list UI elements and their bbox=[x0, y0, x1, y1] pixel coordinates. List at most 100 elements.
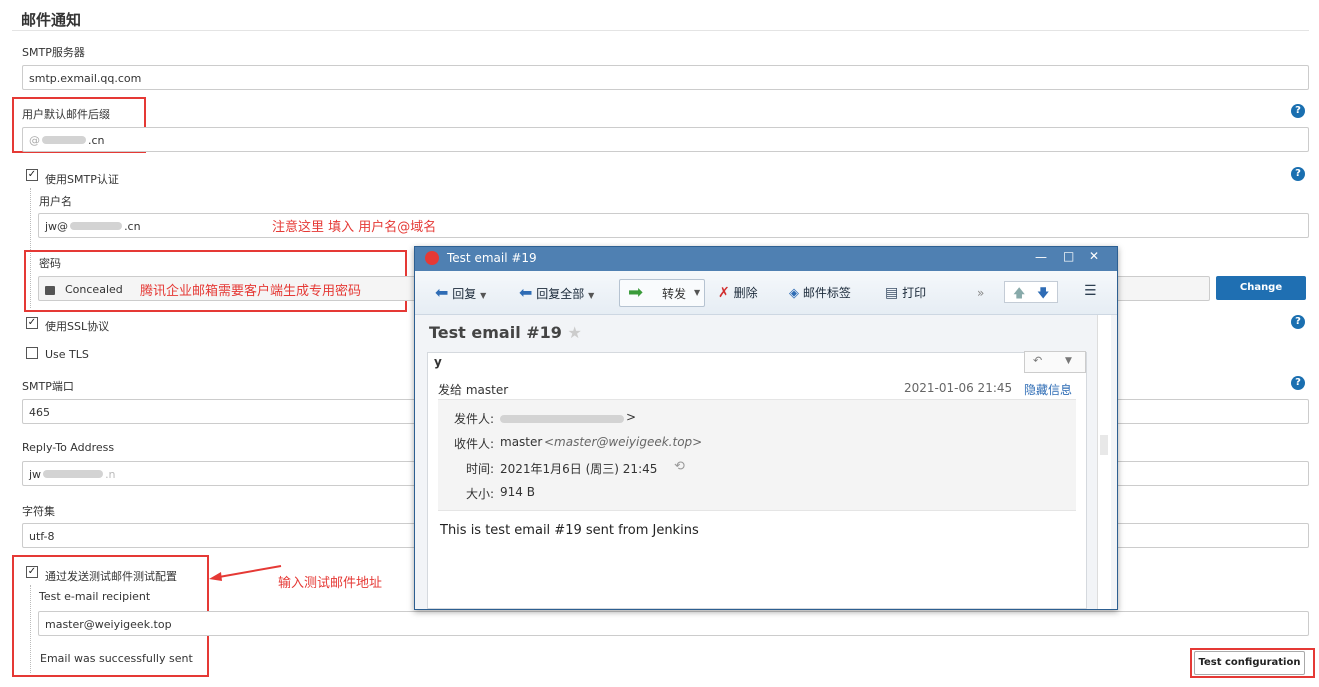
username-prefix: jw@ bbox=[45, 220, 69, 233]
size-value: 914 B bbox=[500, 485, 535, 499]
email-subject: Test email #19 ★ bbox=[429, 323, 582, 342]
chevron-down-icon: ▼ bbox=[480, 291, 487, 300]
tls-checkbox[interactable] bbox=[26, 347, 38, 359]
hide-details-link[interactable]: 隐藏信息 bbox=[1024, 381, 1072, 398]
from-label: 发件人: bbox=[454, 412, 495, 426]
help-icon[interactable]: ? bbox=[1291, 376, 1305, 390]
arrow-up-icon[interactable]: 🡅 bbox=[1013, 284, 1025, 305]
help-icon[interactable]: ? bbox=[1291, 104, 1305, 118]
change-password-button[interactable]: Change Password bbox=[1216, 276, 1306, 317]
to-line: 发给 master bbox=[438, 383, 509, 397]
test-config-checkbox[interactable]: ✓ bbox=[26, 566, 38, 578]
annotation-arrow bbox=[209, 565, 282, 581]
reply-button[interactable]: ⬅ 回复 ▼ bbox=[435, 282, 486, 304]
reply-icon: ⬅ bbox=[435, 283, 449, 302]
chevron-down-icon: ▼ bbox=[694, 288, 701, 297]
smtp-server-label: SMTP服务器 bbox=[22, 46, 85, 59]
from-bracket: > bbox=[626, 410, 637, 424]
star-icon[interactable]: ★ bbox=[568, 323, 582, 342]
help-icon[interactable]: ? bbox=[1291, 315, 1305, 329]
print-icon: ▤ bbox=[885, 285, 899, 301]
to-name: master bbox=[500, 435, 543, 449]
time-value: 2021年1月6日 (周三) 21:45 bbox=[500, 462, 658, 476]
ssl-checkbox[interactable]: ✓ bbox=[26, 317, 38, 329]
default-suffix-input[interactable]: @ .cn bbox=[22, 127, 1309, 152]
test-status-text: Email was successfully sent bbox=[40, 652, 193, 665]
window-titlebar: Test email #19 — □ ✕ bbox=[415, 247, 1117, 271]
username-suffix: .cn bbox=[124, 220, 141, 233]
reply-dropdown[interactable]: ↶ ▼ bbox=[1024, 351, 1086, 373]
email-datetime: 2021-01-06 21:45 bbox=[904, 381, 1013, 395]
reply-all-label: 回复全部 bbox=[536, 287, 585, 301]
minimize-icon[interactable]: — bbox=[1035, 250, 1047, 264]
test-config-label: 通过发送测试邮件测试配置 bbox=[45, 570, 177, 583]
suffix-prefix: @ bbox=[29, 134, 40, 147]
chevron-down-icon: ▼ bbox=[1065, 356, 1072, 366]
username-input[interactable]: jw@ .cn bbox=[38, 213, 1309, 238]
email-window: Test email #19 — □ ✕ ⬅ 回复 ▼ ⬅ 回复全部 ▼ ➡ 转… bbox=[414, 246, 1118, 610]
more-icon[interactable]: » bbox=[977, 282, 984, 304]
suffix-domain: .cn bbox=[88, 134, 105, 147]
message-card: y ↶ ▼ 发给 master 2021-01-06 21:45 隐藏信息 发件… bbox=[427, 351, 1087, 609]
window-title: Test email #19 bbox=[447, 251, 537, 265]
reply-to-suffix: .n bbox=[105, 468, 116, 481]
details-panel: 发件人: > 收件人: master <master@weiyigeek.top… bbox=[438, 399, 1076, 511]
app-logo-icon bbox=[425, 251, 439, 265]
title-divider bbox=[12, 30, 1309, 31]
close-icon[interactable]: ✕ bbox=[1089, 249, 1099, 263]
delete-icon: ✗ bbox=[718, 285, 730, 301]
tag-icon: ◈ bbox=[789, 286, 799, 301]
ssl-label: 使用SSL协议 bbox=[45, 320, 110, 333]
forward-button[interactable]: ➡ 转发 ▼ bbox=[619, 279, 705, 307]
recipient-annotation: 输入测试邮件地址 bbox=[278, 576, 383, 591]
password-annotation: 腾讯企业邮箱需要客户端生成专用密码 bbox=[140, 284, 362, 299]
smtp-port-label: SMTP端口 bbox=[22, 380, 74, 393]
arrow-down-icon[interactable]: 🡇 bbox=[1037, 284, 1049, 305]
smtp-auth-checkbox[interactable]: ✓ bbox=[26, 169, 38, 181]
time-label: 时间: bbox=[466, 462, 495, 476]
redacted-text bbox=[43, 470, 104, 478]
redacted-text bbox=[70, 222, 123, 230]
scrollbar-thumb[interactable] bbox=[1100, 435, 1108, 455]
reply-all-icon: ⬅ bbox=[519, 283, 533, 302]
lock-icon bbox=[45, 286, 55, 295]
delete-button[interactable]: ✗ 删除 bbox=[718, 282, 758, 304]
scrollbar[interactable] bbox=[1097, 315, 1111, 609]
reply-icon: ↶ bbox=[1033, 354, 1043, 367]
help-icon[interactable]: ? bbox=[1291, 167, 1305, 181]
charset-label: 字符集 bbox=[22, 505, 55, 518]
tag-label: 邮件标签 bbox=[802, 286, 851, 300]
default-suffix-label: 用户默认邮件后缀 bbox=[22, 108, 110, 121]
to-label: 收件人: bbox=[454, 437, 495, 451]
test-recipient-label: Test e-mail recipient bbox=[39, 590, 151, 603]
sender-initial: y bbox=[434, 355, 442, 369]
redacted-text bbox=[500, 415, 624, 423]
smtp-auth-label: 使用SMTP认证 bbox=[45, 173, 119, 186]
email-toolbar: ⬅ 回复 ▼ ⬅ 回复全部 ▼ ➡ 转发 ▼ ✗ 删除 ◈ 邮件标签 ▤ 打印 … bbox=[415, 271, 1117, 315]
forward-icon: ➡ bbox=[628, 282, 644, 303]
list-menu-icon[interactable]: ☰ bbox=[1084, 283, 1097, 299]
forward-label: 转发 bbox=[662, 287, 687, 301]
reply-all-button[interactable]: ⬅ 回复全部 ▼ bbox=[519, 282, 594, 304]
test-configuration-button[interactable]: Test configuration bbox=[1194, 651, 1305, 675]
subject-text: Test email #19 bbox=[429, 323, 562, 342]
smtp-server-input[interactable]: smtp.exmail.qq.com bbox=[22, 65, 1309, 90]
print-label: 打印 bbox=[902, 286, 927, 300]
reply-to-label: Reply-To Address bbox=[22, 441, 115, 454]
username-label: 用户名 bbox=[39, 195, 72, 208]
chevron-down-icon: ▼ bbox=[588, 291, 595, 300]
message-area: Test email #19 ★ y ↶ ▼ 发给 master 2021-01… bbox=[415, 315, 1117, 609]
test-recipient-input[interactable]: master@weiyigeek.top bbox=[38, 611, 1309, 636]
maximize-icon[interactable]: □ bbox=[1063, 249, 1074, 263]
password-value: Concealed bbox=[65, 283, 123, 296]
reply-label: 回复 bbox=[452, 287, 477, 301]
email-body: This is test email #19 sent from Jenkins bbox=[440, 523, 699, 538]
tls-label: Use TLS bbox=[45, 348, 89, 361]
print-button[interactable]: ▤ 打印 bbox=[885, 282, 926, 304]
tag-button[interactable]: ◈ 邮件标签 bbox=[789, 282, 851, 304]
password-label: 密码 bbox=[39, 257, 61, 270]
to-address: <master@weiyigeek.top> bbox=[544, 435, 703, 449]
history-icon[interactable]: ⟲ bbox=[674, 459, 685, 474]
delete-label: 删除 bbox=[733, 286, 758, 300]
username-annotation: 注意这里 填入 用户名@域名 bbox=[272, 220, 437, 235]
